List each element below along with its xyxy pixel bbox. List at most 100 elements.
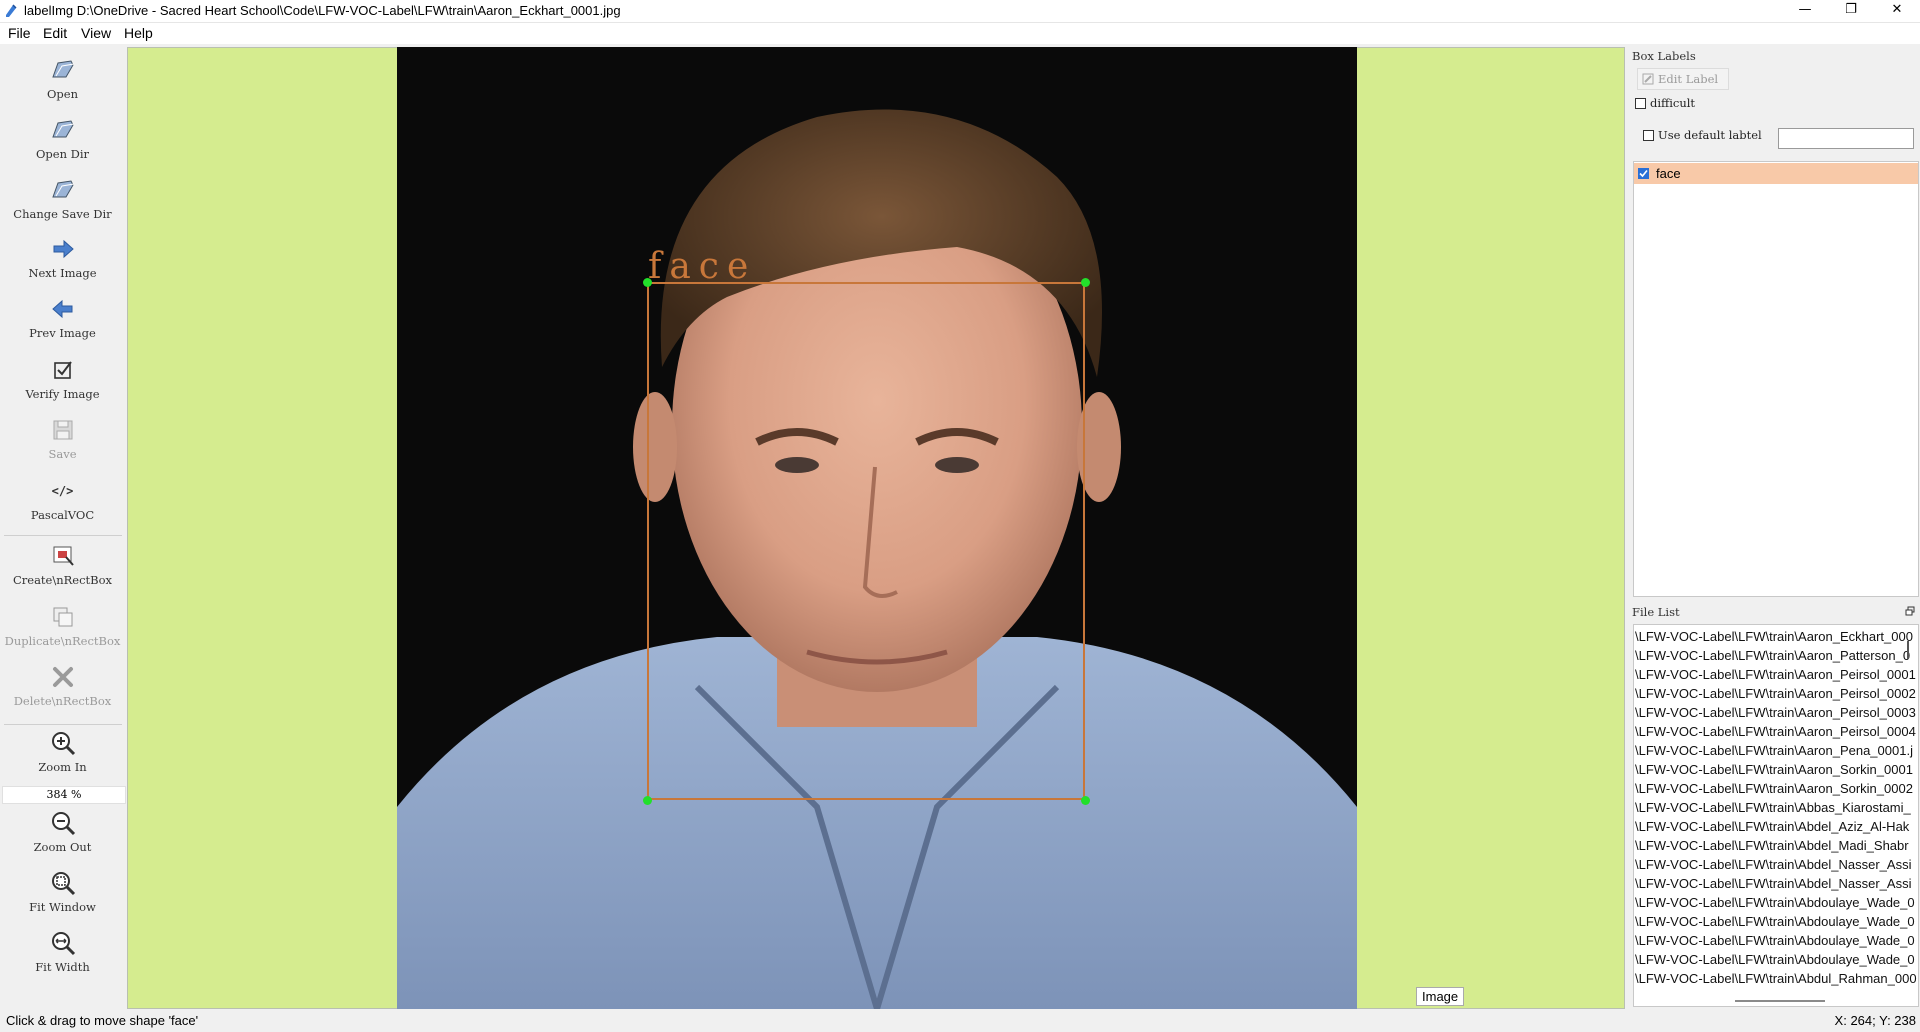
file-list-item[interactable]: \LFW-VOC-Label\LFW\train\Abdel_Madi_Shab… — [1635, 838, 1909, 857]
folder-open-icon — [51, 60, 74, 78]
create-rectbox-label: Create\nRectBox — [12, 573, 113, 587]
file-list-item[interactable]: \LFW-VOC-Label\LFW\train\Aaron_Patterson… — [1635, 648, 1910, 667]
zoom-in-button[interactable]: Zoom In — [0, 730, 125, 774]
checkmark-icon — [1639, 169, 1648, 178]
file-list-item[interactable]: \LFW-VOC-Label\LFW\train\Aaron_Pena_0001… — [1635, 743, 1913, 762]
zoom-out-button[interactable]: Zoom Out — [0, 810, 125, 854]
use-default-label-checkbox[interactable] — [1643, 130, 1654, 141]
edit-label-button[interactable]: Edit Label — [1637, 68, 1729, 90]
edit-pencil-icon — [1642, 73, 1654, 85]
fit-window-label: Fit Window — [29, 900, 96, 914]
toolbar: Open Open Dir Change Save Dir Next Image… — [0, 47, 125, 1009]
save-icon — [53, 420, 72, 440]
window-title: labelImg D:\OneDrive - Sacred Heart Scho… — [24, 3, 621, 18]
zoom-out-icon — [51, 812, 75, 836]
toolbar-separator — [4, 724, 122, 725]
label-visible-checkbox[interactable] — [1638, 168, 1649, 179]
duplicate-rectbox-button[interactable]: Duplicate\nRectBox — [0, 604, 125, 648]
title-bar: labelImg D:\OneDrive - Sacred Heart Scho… — [0, 0, 1920, 23]
file-list-item[interactable]: \LFW-VOC-Label\LFW\train\Aaron_Sorkin_00… — [1635, 781, 1913, 800]
close-button[interactable]: ✕ — [1874, 0, 1920, 22]
file-list-item[interactable]: \LFW-VOC-Label\LFW\train\Abbas_Kiarostam… — [1635, 800, 1911, 819]
default-label-input[interactable] — [1778, 128, 1914, 149]
fit-width-icon — [51, 932, 75, 956]
open-button[interactable]: Open — [0, 57, 125, 101]
status-bar: Click & drag to move shape 'face' X: 264… — [0, 1010, 1920, 1032]
code-format-icon: </> — [51, 484, 74, 498]
change-save-dir-label: Change Save Dir — [13, 207, 112, 221]
bbox-vertex-top-right[interactable] — [1081, 278, 1090, 287]
save-button[interactable]: Save — [0, 417, 125, 461]
file-list: \LFW-VOC-Label\LFW\train\Aaron_Eckhart_0… — [1633, 624, 1919, 1007]
save-label: Save — [48, 447, 77, 461]
menu-file[interactable]: File — [8, 25, 31, 41]
label-list-item[interactable]: face — [1634, 163, 1918, 184]
file-list-item[interactable]: \LFW-VOC-Label\LFW\train\Abdoulaye_Wade_… — [1635, 933, 1915, 952]
folder-open-icon — [51, 120, 74, 138]
file-list-item[interactable]: \LFW-VOC-Label\LFW\train\Aaron_Peirsol_0… — [1635, 724, 1916, 743]
menu-bar: File Edit View Help — [0, 23, 1920, 44]
prev-image-label: Prev Image — [29, 326, 96, 340]
verify-image-button[interactable]: Verify Image — [0, 357, 125, 401]
arrow-right-icon — [53, 239, 74, 259]
delete-rectbox-button[interactable]: Delete\nRectBox — [0, 664, 125, 708]
zoom-in-label: Zoom In — [38, 760, 87, 774]
label-list: face — [1633, 161, 1919, 597]
status-message: Click & drag to move shape 'face' — [6, 1013, 199, 1028]
menu-edit[interactable]: Edit — [43, 25, 67, 41]
difficult-label: difficult — [1650, 96, 1696, 110]
bbox-vertex-top-left[interactable] — [643, 278, 652, 287]
prev-image-button[interactable]: Prev Image — [0, 296, 125, 340]
file-list-item[interactable]: \LFW-VOC-Label\LFW\train\Aaron_Peirsol_0… — [1635, 705, 1916, 724]
bbox-vertex-bottom-left[interactable] — [643, 796, 652, 805]
zoom-value-field[interactable]: 384 % — [2, 786, 126, 804]
fit-window-icon — [51, 872, 75, 896]
open-dir-button[interactable]: Open Dir — [0, 117, 125, 161]
minimize-button[interactable]: — — [1782, 0, 1828, 22]
delete-rectbox-label: Delete\nRectBox — [13, 694, 112, 708]
file-list-item[interactable]: \LFW-VOC-Label\LFW\train\Abdel_Nasser_As… — [1635, 876, 1911, 895]
file-list-item[interactable]: \LFW-VOC-Label\LFW\train\Aaron_Peirsol_0… — [1635, 667, 1916, 686]
duplicate-rectbox-label: Duplicate\nRectBox — [4, 634, 121, 648]
file-list-item[interactable]: \LFW-VOC-Label\LFW\train\Abdul_Rahman_00… — [1635, 971, 1917, 990]
open-dir-label: Open Dir — [35, 147, 90, 161]
file-list-item[interactable]: \LFW-VOC-Label\LFW\train\Abdoulaye_Wade_… — [1635, 914, 1915, 933]
next-image-button[interactable]: Next Image — [0, 236, 125, 280]
menu-view[interactable]: View — [81, 25, 111, 41]
file-list-item[interactable]: \LFW-VOC-Label\LFW\train\Aaron_Sorkin_00… — [1635, 762, 1913, 781]
file-list-title: File List — [1632, 605, 1680, 619]
fit-window-button[interactable]: Fit Window — [0, 870, 125, 914]
create-rectbox-button[interactable]: Create\nRectBox — [0, 543, 125, 587]
fit-width-button[interactable]: Fit Width — [0, 930, 125, 974]
difficult-checkbox[interactable] — [1635, 98, 1646, 109]
fit-width-label: Fit Width — [35, 960, 90, 974]
dock-float-icon[interactable] — [1905, 606, 1915, 616]
file-list-horizontal-scrollbar[interactable] — [1735, 1000, 1825, 1002]
bounding-box-label: face — [648, 246, 757, 287]
delete-x-icon — [52, 667, 73, 687]
file-list-item[interactable]: \LFW-VOC-Label\LFW\train\Abdoulaye_Wade_… — [1635, 952, 1915, 971]
label-item-text: face — [1656, 166, 1681, 181]
zoom-in-icon — [51, 732, 75, 756]
file-list-item[interactable]: \LFW-VOC-Label\LFW\train\Abdel_Nasser_As… — [1635, 857, 1911, 876]
file-list-item[interactable]: \LFW-VOC-Label\LFW\train\Aaron_Eckhart_0… — [1635, 629, 1913, 648]
checkbox-checked-icon — [53, 361, 72, 379]
maximize-button[interactable]: ❐ — [1828, 0, 1874, 22]
cursor-coordinates: X: 264; Y: 238 — [1834, 1013, 1916, 1028]
bbox-vertex-bottom-right[interactable] — [1081, 796, 1090, 805]
open-label: Open — [46, 87, 78, 101]
arrow-left-icon — [51, 299, 72, 319]
toolbar-separator — [4, 535, 122, 536]
duplicate-icon — [53, 607, 72, 627]
format-label: PascalVOC — [30, 508, 95, 522]
edit-label-text: Edit Label — [1658, 72, 1719, 86]
bounding-box[interactable] — [647, 282, 1085, 800]
file-list-item[interactable]: \LFW-VOC-Label\LFW\train\Aaron_Peirsol_0… — [1635, 686, 1916, 705]
format-pascalvoc-button[interactable]: </> PascalVOC — [0, 478, 125, 522]
menu-help[interactable]: Help — [124, 25, 153, 41]
file-list-item[interactable]: \LFW-VOC-Label\LFW\train\Abdel_Aziz_Al-H… — [1635, 819, 1909, 838]
change-save-dir-button[interactable]: Change Save Dir — [0, 177, 125, 221]
create-rectbox-icon — [53, 546, 74, 566]
file-list-vertical-scrollbar[interactable] — [1907, 641, 1909, 659]
file-list-item[interactable]: \LFW-VOC-Label\LFW\train\Abdoulaye_Wade_… — [1635, 895, 1915, 914]
